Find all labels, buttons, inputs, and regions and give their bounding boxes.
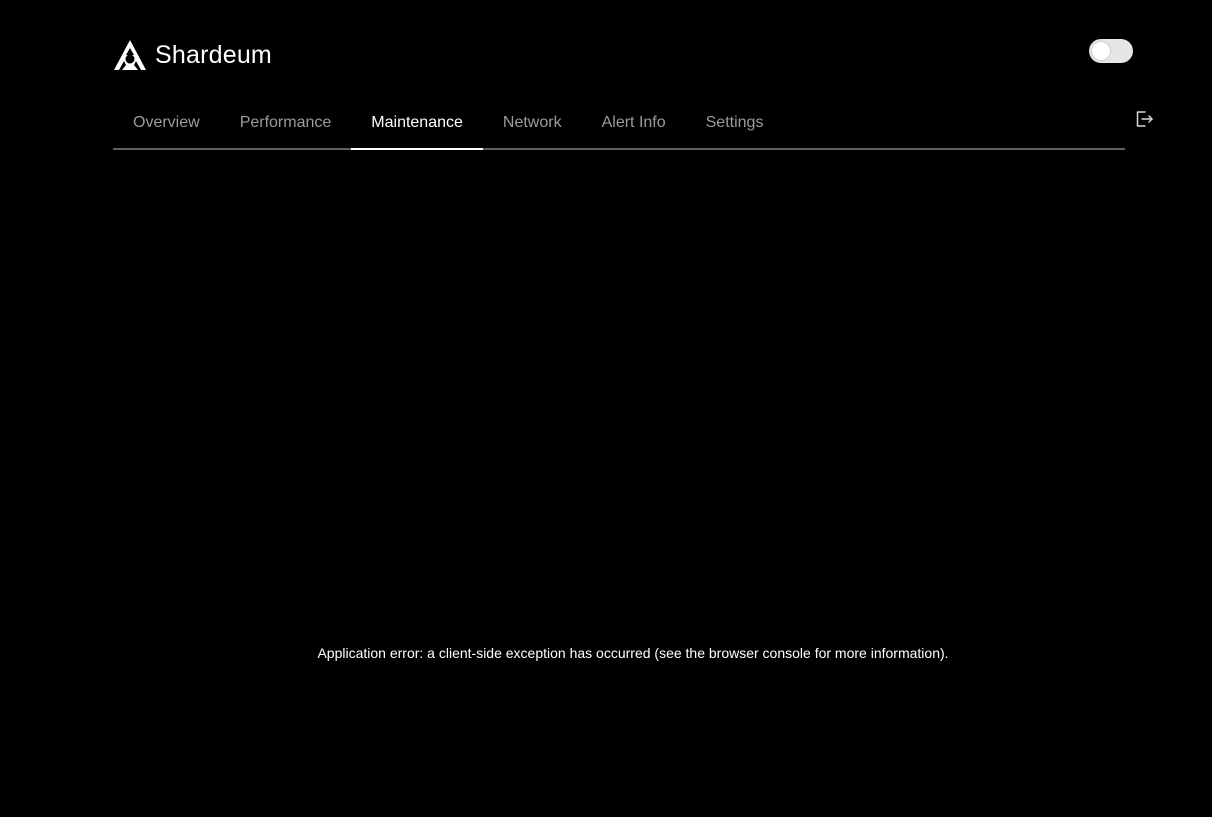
tab-overview[interactable]: Overview bbox=[113, 98, 220, 148]
tab-settings[interactable]: Settings bbox=[686, 98, 784, 148]
page: Shardeum Overview Performance Maintenanc… bbox=[0, 0, 1212, 817]
tab-alert-info[interactable]: Alert Info bbox=[582, 98, 686, 148]
tab-label: Settings bbox=[705, 114, 764, 131]
tab-label: Maintenance bbox=[371, 114, 463, 131]
tab-label: Alert Info bbox=[601, 114, 666, 131]
brand-logo[interactable]: Shardeum bbox=[113, 38, 272, 72]
toggle-knob bbox=[1092, 42, 1110, 60]
theme-toggle[interactable] bbox=[1089, 39, 1133, 63]
error-message: Application error: a client-side excepti… bbox=[317, 645, 949, 661]
tab-maintenance[interactable]: Maintenance bbox=[351, 98, 483, 150]
tab-performance[interactable]: Performance bbox=[220, 98, 352, 148]
nav-tabs: Overview Performance Maintenance Network… bbox=[113, 98, 1125, 150]
logout-icon[interactable] bbox=[1134, 109, 1154, 129]
tab-label: Performance bbox=[239, 114, 332, 131]
tab-network[interactable]: Network bbox=[483, 98, 582, 148]
shardeum-logo-icon bbox=[114, 40, 146, 70]
tab-label: Network bbox=[502, 114, 562, 131]
tab-label: Overview bbox=[133, 114, 200, 131]
brand-name: Shardeum bbox=[155, 40, 272, 69]
